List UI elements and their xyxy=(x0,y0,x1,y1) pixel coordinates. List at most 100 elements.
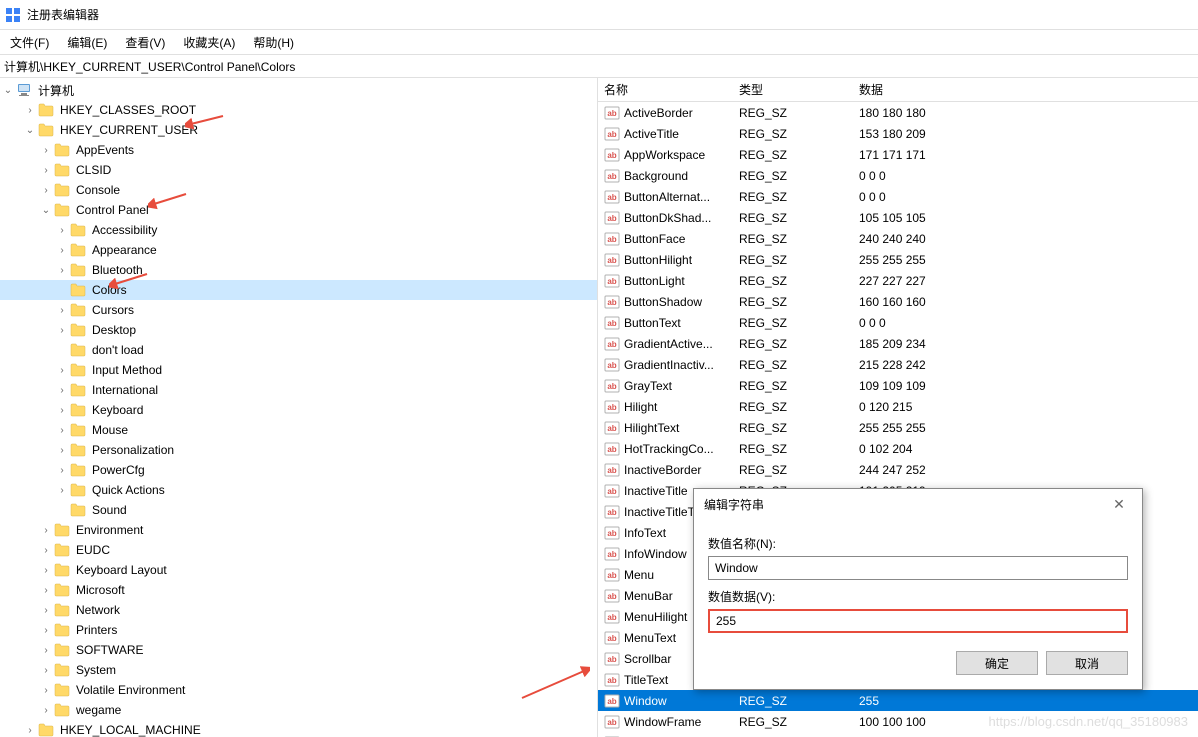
expand-icon[interactable]: › xyxy=(22,722,38,737)
tree-item[interactable]: ›Mouse xyxy=(0,420,597,440)
list-row[interactable]: abHotTrackingCo...REG_SZ0 102 204 xyxy=(598,438,1198,459)
expand-icon[interactable]: › xyxy=(38,662,54,678)
list-row[interactable]: abWindowTextREG_SZ0 0 0 xyxy=(598,732,1198,737)
menu-view[interactable]: 查看(V) xyxy=(119,32,171,53)
menu-file[interactable]: 文件(F) xyxy=(4,32,55,53)
tree-item[interactable]: ›EUDC xyxy=(0,540,597,560)
menu-help[interactable]: 帮助(H) xyxy=(247,32,300,53)
tree-item[interactable]: ⌄Control Panel xyxy=(0,200,597,220)
expand-icon[interactable]: › xyxy=(38,642,54,658)
tree-item[interactable]: ›Network xyxy=(0,600,597,620)
tree-item[interactable]: ›HKEY_LOCAL_MACHINE xyxy=(0,720,597,737)
list-row[interactable]: abBackgroundREG_SZ0 0 0 xyxy=(598,165,1198,186)
list-row[interactable]: abWindowREG_SZ255 xyxy=(598,690,1198,711)
tree-item[interactable]: ›wegame xyxy=(0,700,597,720)
expand-icon[interactable]: › xyxy=(54,442,70,458)
tree-item[interactable]: ›AppEvents xyxy=(0,140,597,160)
expand-icon[interactable]: › xyxy=(38,182,54,198)
list-row[interactable]: abActiveTitleREG_SZ153 180 209 xyxy=(598,123,1198,144)
list-row[interactable]: abGradientActive...REG_SZ185 209 234 xyxy=(598,333,1198,354)
expand-icon[interactable] xyxy=(54,502,70,518)
list-row[interactable]: abButtonFaceREG_SZ240 240 240 xyxy=(598,228,1198,249)
expand-icon[interactable]: › xyxy=(54,382,70,398)
expand-icon[interactable]: › xyxy=(38,702,54,718)
tree-item[interactable]: ›HKEY_CLASSES_ROOT xyxy=(0,100,597,120)
expand-icon[interactable]: › xyxy=(54,402,70,418)
tree-item[interactable]: ›Bluetooth xyxy=(0,260,597,280)
expand-icon[interactable]: › xyxy=(22,102,38,118)
address-bar[interactable]: 计算机\HKEY_CURRENT_USER\Control Panel\Colo… xyxy=(0,54,1198,78)
tree-item[interactable]: ›Personalization xyxy=(0,440,597,460)
tree-root[interactable]: ⌄计算机 xyxy=(0,80,597,100)
expand-icon[interactable]: › xyxy=(54,222,70,238)
list-row[interactable]: abButtonTextREG_SZ0 0 0 xyxy=(598,312,1198,333)
list-row[interactable]: abButtonShadowREG_SZ160 160 160 xyxy=(598,291,1198,312)
expand-icon[interactable]: › xyxy=(38,602,54,618)
list-row[interactable]: abHilightTextREG_SZ255 255 255 xyxy=(598,417,1198,438)
expand-icon[interactable]: ⌄ xyxy=(38,202,54,218)
tree-item[interactable]: ›Console xyxy=(0,180,597,200)
menu-favorites[interactable]: 收藏夹(A) xyxy=(177,32,241,53)
expand-icon[interactable]: › xyxy=(38,162,54,178)
tree-item[interactable]: don't load xyxy=(0,340,597,360)
expand-icon[interactable]: › xyxy=(54,482,70,498)
list-row[interactable]: abInactiveBorderREG_SZ244 247 252 xyxy=(598,459,1198,480)
expand-icon[interactable]: › xyxy=(38,682,54,698)
expand-icon[interactable]: › xyxy=(54,242,70,258)
tree-item[interactable]: ›Quick Actions xyxy=(0,480,597,500)
tree-item[interactable]: ›PowerCfg xyxy=(0,460,597,480)
tree-item[interactable]: ›Cursors xyxy=(0,300,597,320)
list-row[interactable]: abButtonHilightREG_SZ255 255 255 xyxy=(598,249,1198,270)
tree-item[interactable]: ›Accessibility xyxy=(0,220,597,240)
expand-icon[interactable]: › xyxy=(54,462,70,478)
cancel-button[interactable]: 取消 xyxy=(1046,651,1128,675)
tree-item[interactable]: ›Volatile Environment xyxy=(0,680,597,700)
close-icon[interactable]: ✕ xyxy=(1104,494,1134,514)
tree-item[interactable]: ›Desktop xyxy=(0,320,597,340)
expand-icon[interactable]: › xyxy=(38,142,54,158)
list-row[interactable]: abGrayTextREG_SZ109 109 109 xyxy=(598,375,1198,396)
expand-icon[interactable]: ⌄ xyxy=(22,122,38,138)
tree-item[interactable]: ›SOFTWARE xyxy=(0,640,597,660)
expand-icon[interactable]: › xyxy=(38,582,54,598)
header-name[interactable]: 名称 xyxy=(598,81,733,98)
list-row[interactable]: abButtonAlternat...REG_SZ0 0 0 xyxy=(598,186,1198,207)
expand-icon[interactable]: › xyxy=(54,322,70,338)
menu-edit[interactable]: 编辑(E) xyxy=(61,32,113,53)
value-name-input[interactable] xyxy=(708,556,1128,580)
header-data[interactable]: 数据 xyxy=(853,81,1198,98)
expand-icon[interactable]: › xyxy=(54,302,70,318)
tree-item[interactable]: Sound xyxy=(0,500,597,520)
tree-panel[interactable]: ⌄计算机›HKEY_CLASSES_ROOT⌄HKEY_CURRENT_USER… xyxy=(0,78,598,737)
list-row[interactable]: abGradientInactiv...REG_SZ215 228 242 xyxy=(598,354,1198,375)
tree-item[interactable]: ›Keyboard Layout xyxy=(0,560,597,580)
tree-item[interactable]: ›Environment xyxy=(0,520,597,540)
tree-item[interactable]: ›Microsoft xyxy=(0,580,597,600)
expand-icon[interactable]: › xyxy=(54,362,70,378)
tree-item[interactable]: Colors xyxy=(0,280,597,300)
tree-item[interactable]: ›System xyxy=(0,660,597,680)
expand-icon[interactable]: ⌄ xyxy=(0,82,16,98)
expand-icon[interactable]: › xyxy=(38,562,54,578)
tree-item[interactable]: ›CLSID xyxy=(0,160,597,180)
tree-item[interactable]: ›Keyboard xyxy=(0,400,597,420)
ok-button[interactable]: 确定 xyxy=(956,651,1038,675)
expand-icon[interactable] xyxy=(54,282,70,298)
expand-icon[interactable]: › xyxy=(54,422,70,438)
expand-icon[interactable]: › xyxy=(54,262,70,278)
list-row[interactable]: abButtonLightREG_SZ227 227 227 xyxy=(598,270,1198,291)
expand-icon[interactable]: › xyxy=(38,542,54,558)
expand-icon[interactable]: › xyxy=(38,522,54,538)
value-data-input[interactable] xyxy=(708,609,1128,633)
list-row[interactable]: abHilightREG_SZ0 120 215 xyxy=(598,396,1198,417)
list-row[interactable]: abAppWorkspaceREG_SZ171 171 171 xyxy=(598,144,1198,165)
tree-item[interactable]: ›International xyxy=(0,380,597,400)
tree-item[interactable]: ›Input Method xyxy=(0,360,597,380)
list-row[interactable]: abButtonDkShad...REG_SZ105 105 105 xyxy=(598,207,1198,228)
expand-icon[interactable]: › xyxy=(38,622,54,638)
expand-icon[interactable] xyxy=(54,342,70,358)
list-row[interactable]: abActiveBorderREG_SZ180 180 180 xyxy=(598,102,1198,123)
header-type[interactable]: 类型 xyxy=(733,81,853,98)
tree-item[interactable]: ›Printers xyxy=(0,620,597,640)
tree-item[interactable]: ›Appearance xyxy=(0,240,597,260)
